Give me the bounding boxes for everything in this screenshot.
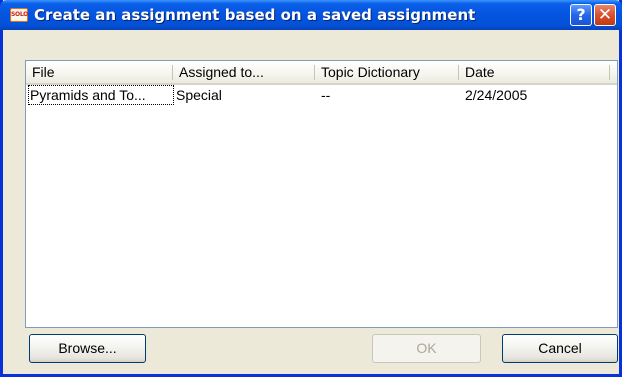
dialog-window: SOLO Create an assignment based on a sav… xyxy=(0,0,622,377)
help-icon: ? xyxy=(576,5,586,24)
cell-topic-dictionary: -- xyxy=(321,87,331,103)
cell-date: 2/24/2005 xyxy=(465,87,528,103)
close-button[interactable]: ✕ xyxy=(594,4,616,26)
column-header-file[interactable]: File xyxy=(26,61,172,83)
cell-assigned-to: Special xyxy=(176,87,222,103)
list-header: File Assigned to... Topic Dictionary Dat… xyxy=(26,61,617,85)
assignments-list[interactable]: File Assigned to... Topic Dictionary Dat… xyxy=(25,60,618,328)
column-header-assigned-to[interactable]: Assigned to... xyxy=(173,61,314,83)
window-title: Create an assignment based on a saved as… xyxy=(34,6,476,24)
close-icon: ✕ xyxy=(597,5,613,25)
ok-button[interactable]: OK xyxy=(372,334,481,363)
column-header-topic-dictionary[interactable]: Topic Dictionary xyxy=(315,61,458,83)
cancel-button[interactable]: Cancel xyxy=(502,334,618,363)
list-row[interactable]: Pyramids and To... Special -- 2/24/2005 xyxy=(26,85,617,105)
column-divider[interactable] xyxy=(609,65,610,80)
app-icon: SOLO xyxy=(10,8,28,22)
browse-button[interactable]: Browse... xyxy=(29,334,146,363)
cell-file: Pyramids and To... xyxy=(28,85,174,105)
column-header-date[interactable]: Date xyxy=(459,61,609,83)
help-button[interactable]: ? xyxy=(570,4,592,26)
title-bar[interactable]: SOLO Create an assignment based on a sav… xyxy=(0,0,622,30)
